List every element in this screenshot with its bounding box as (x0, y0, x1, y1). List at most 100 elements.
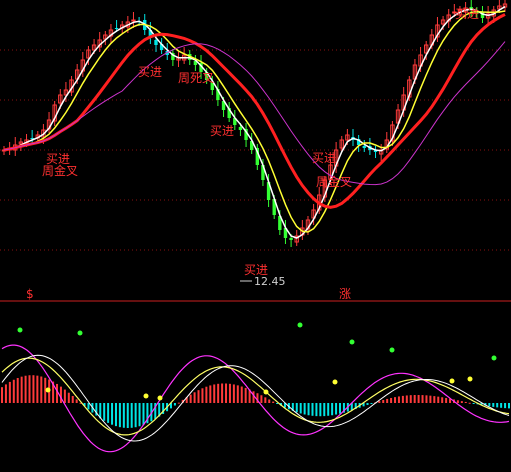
macd-bar (63, 389, 66, 403)
label-dead-cross: 周死叉 (178, 71, 214, 85)
macd-bar (319, 403, 322, 417)
macd-bar (339, 403, 341, 414)
macd-dot (449, 378, 455, 384)
macd-bar (441, 397, 444, 403)
macd-bar (252, 391, 255, 403)
macd-bar (500, 403, 503, 408)
macd-bar (205, 386, 208, 403)
label-buy-topright: 买进 (455, 7, 479, 21)
side-marker-s: $ (26, 287, 34, 301)
candles (1, 0, 508, 247)
macd-bar (138, 403, 141, 427)
macd-bar (425, 395, 428, 403)
candle-body-up (131, 19, 136, 22)
macd-bar (468, 402, 471, 404)
macd-bar (236, 385, 239, 403)
macd-bar (437, 396, 440, 403)
macd-dot (467, 376, 473, 382)
macd-dot (157, 395, 163, 401)
macd-dot (263, 389, 269, 395)
macd-bar (118, 403, 121, 428)
macd-bar (193, 392, 196, 403)
macd-bar (59, 386, 62, 403)
macd-bar (24, 375, 27, 403)
macd-dot (389, 347, 395, 353)
macd-bar (413, 395, 416, 403)
macd-bar (107, 403, 110, 423)
macd-bar (382, 399, 385, 403)
macd-bar (209, 385, 212, 403)
macd-dot (349, 339, 355, 345)
macd-bar (429, 395, 432, 403)
macd-bar (28, 375, 31, 403)
macd-bar (335, 403, 338, 415)
macd-bar (327, 403, 330, 416)
macd-bar (508, 403, 510, 409)
macd-bar (504, 403, 507, 409)
macd-bar (71, 395, 74, 403)
macd-bar (213, 384, 216, 403)
macd-bar (472, 403, 475, 404)
macd-bar (16, 378, 19, 403)
side-marker-zhang: 涨 (339, 286, 351, 301)
macd-dot (77, 330, 83, 336)
macd-bar (40, 376, 43, 403)
macd-bar (405, 395, 408, 403)
macd-bar (225, 383, 228, 403)
macd-bar (315, 403, 318, 417)
candle-body-down (114, 28, 119, 29)
macd-bar (217, 383, 220, 403)
macd-bar (232, 384, 235, 403)
macd-bar (189, 394, 192, 403)
candle-body-down (362, 146, 366, 148)
macd-bar (460, 401, 463, 403)
macd-bar (370, 403, 373, 404)
macd-bar (56, 383, 59, 403)
candle-body-down (238, 127, 243, 130)
label-low-price: 12.45 (254, 275, 286, 288)
macd-bar (201, 388, 204, 403)
macd-bar (177, 402, 180, 404)
macd-bar (456, 400, 459, 403)
macd-bar (378, 401, 381, 403)
macd-bar (331, 403, 334, 416)
macd-bar (8, 381, 11, 403)
ma-magenta (3, 41, 506, 186)
macd-bar (75, 399, 78, 403)
macd-dot (297, 322, 303, 328)
macd-bar (394, 397, 397, 403)
macd-bar (492, 403, 495, 407)
macd-bar (323, 403, 326, 417)
macd-bar (409, 395, 412, 403)
macd-bar (126, 403, 129, 428)
macd-bar (142, 403, 145, 425)
macd-bar (134, 403, 137, 428)
macd-bar (417, 394, 420, 403)
macd-bar (366, 403, 369, 405)
macd-bar (111, 403, 114, 425)
macd-bar (4, 384, 7, 403)
macd-bar (114, 403, 117, 427)
macd-bar (12, 379, 15, 403)
macd-bar (1, 387, 3, 403)
macd-bar (20, 376, 23, 403)
macd-bar (433, 396, 436, 403)
macd-bar (268, 399, 271, 403)
macd-bar (67, 392, 70, 403)
macd-dot (332, 379, 338, 385)
macd-dea-line (1, 357, 510, 436)
label-golden-cross-left: 周金叉 (42, 163, 78, 178)
macd-bar (295, 403, 298, 413)
macd-bar (122, 403, 125, 428)
macd-dot (143, 393, 149, 399)
macd-bar (87, 403, 90, 410)
macd-bar (496, 403, 499, 408)
macd-bar (244, 387, 247, 403)
macd-bar (130, 403, 133, 428)
macd-bar (103, 403, 106, 421)
macd-bar (445, 397, 448, 403)
label-buy-right: 买进 (312, 151, 336, 165)
candle-body-down (289, 238, 293, 240)
stock-chart: 买进 周死叉 买进 周金叉 买进 12.45 周金叉 买进 买进 买进 $ 涨 (0, 0, 511, 453)
macd-bar (240, 386, 243, 403)
